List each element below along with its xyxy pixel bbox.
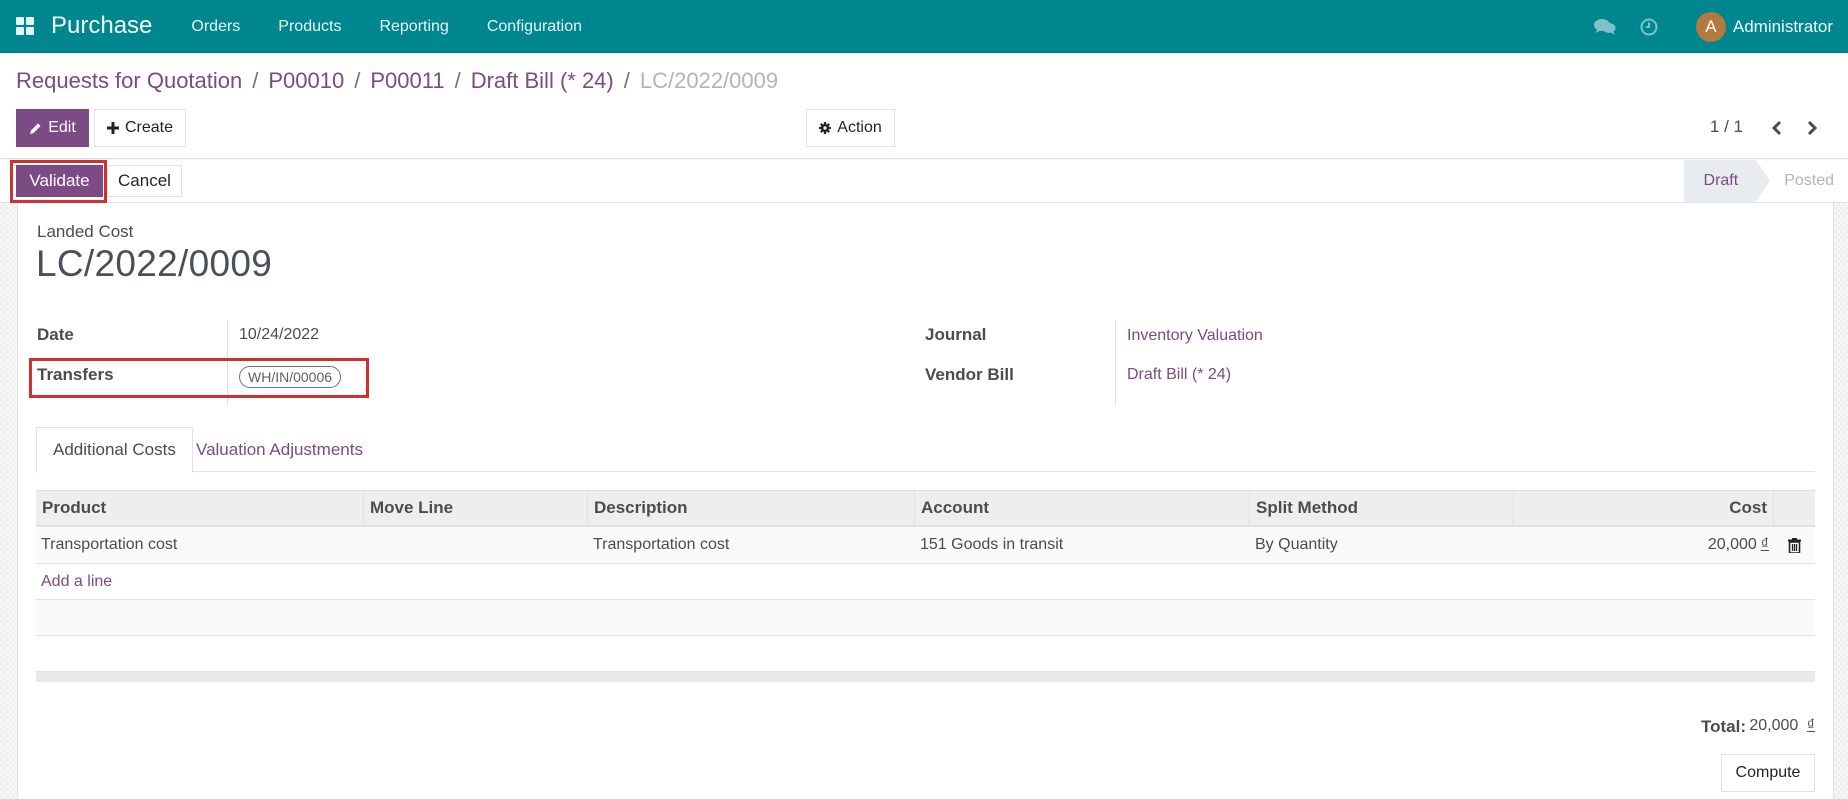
breadcrumb-p00010[interactable]: P00010: [268, 68, 344, 94]
column-header-account[interactable]: Account: [915, 491, 1250, 525]
plus-icon: [106, 122, 119, 134]
field-divider-right: [1115, 321, 1116, 405]
vendor-bill-label: Vendor Bill: [925, 365, 1014, 384]
chat-icon[interactable]: [1593, 16, 1616, 38]
pencil-icon: [30, 123, 41, 134]
total-label: Total:: [1700, 717, 1746, 736]
journal-label: Journal: [925, 325, 987, 344]
menu-orders[interactable]: Orders: [172, 0, 259, 53]
column-header-move-line[interactable]: Move Line: [364, 491, 588, 525]
action-label: Action: [837, 119, 882, 136]
chevron-left-icon: [1771, 120, 1782, 136]
menu-reporting[interactable]: Reporting: [360, 0, 467, 53]
compute-button[interactable]: Compute: [1721, 754, 1815, 792]
add-line-link[interactable]: Add a line: [41, 573, 112, 591]
breadcrumb-separator: /: [454, 68, 461, 93]
user-menu[interactable]: Administrator: [1733, 17, 1833, 37]
total-value: 20,000 ₫: [1749, 717, 1815, 735]
cell-split-method[interactable]: By Quantity: [1250, 527, 1514, 563]
breadcrumb-separator: /: [252, 68, 259, 93]
column-header-split-method[interactable]: Split Method: [1250, 491, 1514, 525]
table-header: Product Move Line Description Account Sp…: [36, 490, 1815, 527]
action-button[interactable]: Action: [806, 109, 895, 147]
column-header-description[interactable]: Description: [588, 491, 915, 525]
stage-pipeline: Draft Posted: [1683, 160, 1848, 202]
total-amount: 20,000: [1749, 717, 1799, 734]
menu-configuration[interactable]: Configuration: [468, 0, 601, 53]
apps-grid-icon[interactable]: [16, 17, 36, 35]
cell-description[interactable]: Transportation cost: [588, 527, 915, 563]
cell-product[interactable]: Transportation cost: [36, 527, 364, 563]
breadcrumb-separator: /: [623, 68, 630, 93]
delete-row-button[interactable]: [1774, 527, 1815, 563]
cost-currency: ₫: [1760, 536, 1769, 553]
pager-value[interactable]: 1 / 1: [1710, 117, 1743, 137]
additional-costs-table: Product Move Line Description Account Sp…: [36, 490, 1815, 682]
status-bar: Validate Cancel Draft Posted: [0, 160, 1848, 203]
control-panel: Requests for Quotation / P00010 / P00011…: [0, 54, 1848, 159]
edit-button[interactable]: Edit: [16, 109, 89, 147]
table-row[interactable]: Transportation cost Transportation cost …: [36, 527, 1815, 564]
breadcrumb-separator: /: [354, 68, 361, 93]
cell-cost[interactable]: 20,000 ₫: [1514, 527, 1774, 563]
avatar[interactable]: A: [1695, 11, 1726, 42]
breadcrumb-rfq[interactable]: Requests for Quotation: [16, 68, 242, 94]
column-header-cost[interactable]: Cost: [1514, 491, 1774, 525]
empty-row: [36, 636, 1815, 672]
pager-previous-button[interactable]: [1767, 116, 1787, 140]
transfer-tag[interactable]: WH/IN/00006: [239, 366, 342, 388]
chevron-right-icon: [1807, 120, 1818, 136]
tab-additional-costs[interactable]: Additional Costs: [36, 427, 193, 473]
breadcrumb-p00011[interactable]: P00011: [370, 68, 444, 94]
breadcrumb-current: LC/2022/0009: [639, 68, 779, 93]
stage-draft: Draft: [1683, 160, 1770, 202]
journal-link[interactable]: Inventory Valuation: [1127, 327, 1263, 345]
column-header-product[interactable]: Product: [36, 491, 364, 525]
pager-next-button[interactable]: [1802, 116, 1822, 140]
cell-account[interactable]: 151 Goods in transit: [915, 527, 1250, 563]
record-title: LC/2022/0009: [36, 243, 273, 284]
breadcrumb: Requests for Quotation / P00010 / P00011…: [16, 68, 778, 94]
add-line-row: Add a line: [36, 564, 1815, 600]
cell-move-line[interactable]: [364, 527, 588, 563]
notebook-tabs: Additional Costs Valuation Adjustments: [36, 427, 1815, 473]
clock-icon[interactable]: [1638, 16, 1660, 38]
main-menu: Orders Products Reporting Configuration: [172, 0, 601, 53]
sheet-background-left: [0, 203, 16, 799]
trash-icon: [1788, 537, 1801, 553]
record-type-label: Landed Cost: [37, 222, 134, 241]
column-header-actions: [1774, 491, 1815, 525]
cancel-button[interactable]: Cancel: [107, 165, 182, 197]
transfers-label: Transfers: [37, 365, 114, 384]
create-label: Create: [124, 119, 174, 136]
total-currency: ₫: [1806, 717, 1815, 734]
date-value: 10/24/2022: [239, 326, 320, 343]
breadcrumb-draft-bill[interactable]: Draft Bill (* 24): [471, 68, 614, 94]
sheet-background-right: [1834, 203, 1848, 799]
vendor-bill-link[interactable]: Draft Bill (* 24): [1127, 366, 1231, 384]
top-navbar: Purchase Orders Products Reporting Confi…: [0, 0, 1848, 53]
table-footer: [36, 672, 1815, 682]
validate-button[interactable]: Validate: [16, 165, 103, 197]
edit-label: Edit: [48, 119, 76, 136]
create-button[interactable]: Create: [94, 109, 186, 147]
gear-icon: [819, 122, 832, 134]
menu-products[interactable]: Products: [259, 0, 360, 53]
empty-row: [36, 600, 1815, 636]
tab-valuation-adjustments[interactable]: Valuation Adjustments: [180, 427, 379, 472]
cost-amount: 20,000: [1707, 536, 1757, 553]
date-label: Date: [37, 325, 74, 344]
form-sheet: Landed Cost LC/2022/0009 Date 10/24/2022…: [17, 203, 1834, 799]
app-name[interactable]: Purchase: [51, 12, 152, 40]
navbar-right: A Administrator: [1593, 0, 1848, 53]
